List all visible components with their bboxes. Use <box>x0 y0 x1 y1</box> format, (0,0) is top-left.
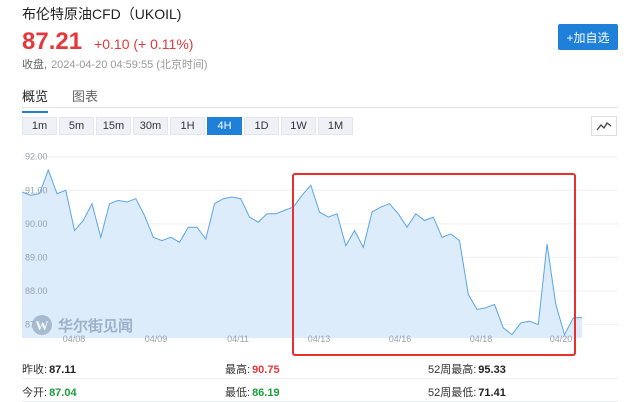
market-status: 收盘, 2024-04-20 04:59:55 (北京时间) <box>22 56 208 72</box>
period-5m[interactable]: 5m <box>59 117 94 135</box>
x-tick-label: 04/09 <box>145 334 168 344</box>
period-15m[interactable]: 15m <box>96 117 131 135</box>
tab-overview[interactable]: 概览 <box>22 86 49 113</box>
status-time: 2024-04-20 04:59:55 (北京时间) <box>51 59 208 71</box>
price-row: 87.21 +0.10 (+ 0.11%) <box>22 28 193 56</box>
x-tick-label: 04/11 <box>227 334 249 344</box>
period-1m[interactable]: 1m <box>22 117 57 135</box>
status-label: 收盘, <box>22 59 48 71</box>
stat-open: 今开: 87.04 <box>22 387 77 399</box>
stat-high: 最高: 90.75 <box>225 364 280 376</box>
stat-prev-close: 昨收: 87.11 <box>22 364 76 376</box>
watermark: W 华尔街见闻 <box>32 315 133 335</box>
line-chart-icon[interactable] <box>591 116 617 136</box>
period-1h[interactable]: 1H <box>170 117 205 135</box>
x-tick-label: 04/13 <box>308 334 331 344</box>
period-1d[interactable]: 1D <box>244 117 279 135</box>
last-price: 87.21 <box>22 28 83 55</box>
y-tick-label: 89.00 <box>25 252 48 262</box>
period-1mo[interactable]: 1M <box>318 117 353 135</box>
svg-text:W: W <box>36 318 49 333</box>
price-chart[interactable]: 92.0091.0090.0089.0088.0087.00 04/0804/0… <box>22 146 618 346</box>
x-tick-label: 04/20 <box>550 334 573 344</box>
view-tabs: 概览 图表 <box>22 86 122 113</box>
stats-row-2: 今开: 87.04 最低: 86.19 52周最低: 71.41 <box>22 379 618 402</box>
stats-row-1: 昨收: 87.11 最高: 90.75 52周最高: 95.33 <box>22 356 618 379</box>
stats-table: 昨收: 87.11 最高: 90.75 52周最高: 95.33 今开: 87.04 最… <box>22 356 618 402</box>
y-tick-label: 92.00 <box>25 152 48 162</box>
x-tick-label: 04/16 <box>389 334 412 344</box>
x-tick-label: 04/08 <box>63 334 86 344</box>
stat-low: 最低: 86.19 <box>225 387 280 399</box>
y-tick-label: 90.00 <box>25 219 48 229</box>
instrument-title: 布伦特原油CFD（UKOIL) <box>22 6 182 22</box>
period-30m[interactable]: 30m <box>133 117 168 135</box>
price-change: +0.10 (+ 0.11%) <box>94 36 194 52</box>
tab-divider <box>22 107 618 108</box>
period-1w[interactable]: 1W <box>281 117 316 135</box>
stat-52w-low: 52周最低: 71.41 <box>428 387 506 399</box>
x-tick-label: 04/18 <box>470 334 493 344</box>
period-selector: 1m 5m 15m 30m 1H 4H 1D 1W 1M <box>22 117 355 135</box>
stat-52w-high: 52周最高: 95.33 <box>428 364 506 376</box>
period-4h[interactable]: 4H <box>207 117 242 135</box>
watermark-text: 华尔街见闻 <box>58 317 133 335</box>
y-tick-label: 88.00 <box>25 286 48 296</box>
tab-chart[interactable]: 图表 <box>72 86 98 113</box>
price-chart-svg: 92.0091.0090.0089.0088.0087.00 04/0804/0… <box>22 152 618 344</box>
add-to-watchlist-button[interactable]: +加自选 <box>558 24 618 50</box>
y-tick-label: 91.00 <box>25 185 48 195</box>
